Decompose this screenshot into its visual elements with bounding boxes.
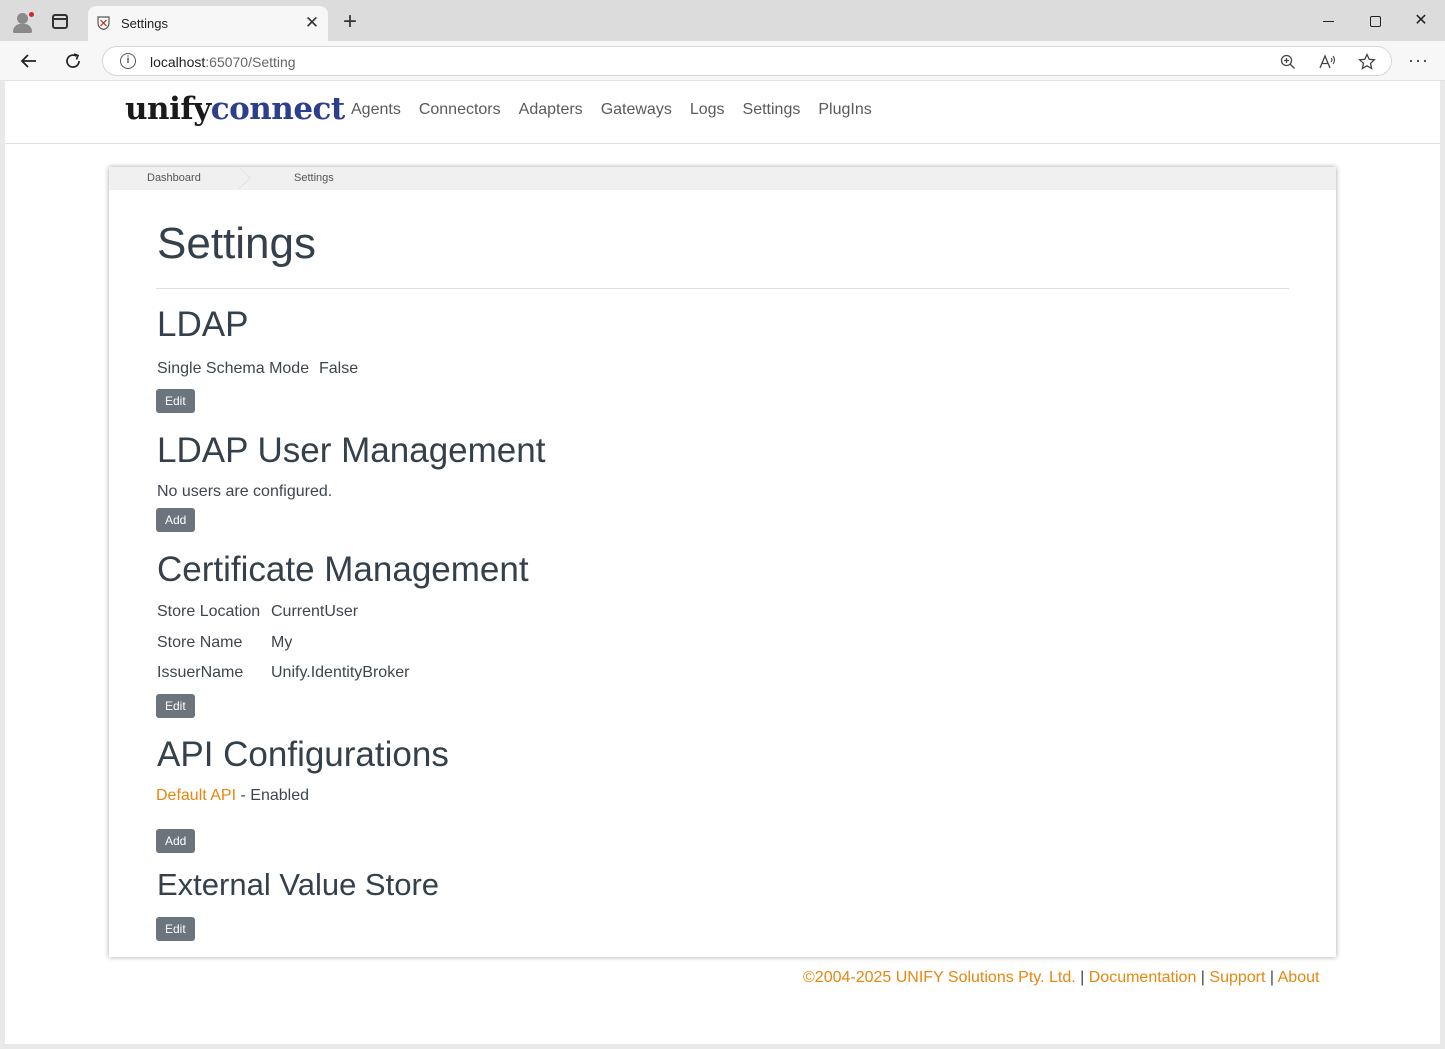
- footer-support-link[interactable]: Support: [1209, 969, 1265, 986]
- nav-connectors[interactable]: Connectors: [419, 101, 501, 119]
- ldap-heading: LDAP: [157, 305, 249, 344]
- minimize-icon[interactable]: [1317, 10, 1341, 34]
- profile-icon[interactable]: [12, 11, 35, 33]
- nav-agents[interactable]: Agents: [351, 101, 401, 119]
- store-location-label: Store Location: [157, 603, 261, 620]
- api-add-button[interactable]: Add: [156, 829, 196, 853]
- issuer-name-label: IssuerName: [157, 664, 244, 681]
- settings-panel: Dashboard Settings Settings LDAP Single …: [109, 166, 1336, 957]
- back-arrow-icon[interactable]: [16, 48, 42, 74]
- maximize-icon[interactable]: [1363, 10, 1387, 34]
- nav-settings[interactable]: Settings: [743, 101, 801, 119]
- footer: ©2004-2025 UNIFY Solutions Pty. Ltd. | D…: [803, 969, 1319, 987]
- nav-logs[interactable]: Logs: [690, 101, 725, 119]
- footer-separator: |: [1265, 969, 1278, 986]
- main-nav: Agents Connectors Adapters Gateways Logs…: [351, 101, 890, 119]
- api-item: Default API - Enabled: [156, 787, 309, 805]
- footer-separator: |: [1075, 969, 1089, 986]
- nav-adapters[interactable]: Adapters: [519, 101, 583, 119]
- title-divider: [156, 288, 1289, 289]
- breadcrumb: Dashboard Settings: [109, 166, 1336, 190]
- external-store-edit-button[interactable]: Edit: [156, 917, 195, 941]
- no-users-text: No users are configured.: [157, 483, 333, 500]
- site-info-icon[interactable]: i: [120, 53, 136, 69]
- zoom-icon[interactable]: [1277, 51, 1299, 73]
- breadcrumb-dashboard[interactable]: Dashboard: [147, 172, 201, 184]
- breadcrumb-settings: Settings: [294, 172, 334, 184]
- footer-separator: |: [1196, 969, 1210, 986]
- store-location-value: CurrentUser: [271, 603, 359, 620]
- reload-icon[interactable]: [60, 48, 86, 74]
- certificate-edit-button[interactable]: Edit: [156, 694, 195, 718]
- ldap-user-add-button[interactable]: Add: [156, 508, 196, 532]
- default-api-status: - Enabled: [236, 787, 309, 804]
- address-bar[interactable]: i localhost:65070/Setting: [102, 46, 1392, 76]
- unify-connect-logo[interactable]: unifyconnect: [125, 91, 345, 127]
- single-schema-mode-label: Single Schema Mode: [157, 360, 310, 377]
- favorite-star-icon[interactable]: [1356, 51, 1378, 73]
- nav-gateways[interactable]: Gateways: [601, 101, 672, 119]
- footer-about-link[interactable]: About: [1278, 969, 1320, 986]
- tab-close-icon[interactable]: ✕: [302, 13, 322, 33]
- more-menu-icon[interactable]: ···: [1408, 50, 1429, 71]
- single-schema-mode-value: False: [319, 360, 359, 377]
- url-text[interactable]: localhost:65070/Setting: [150, 54, 296, 70]
- tab-title: Settings: [121, 16, 168, 31]
- ldap-edit-button[interactable]: Edit: [156, 389, 195, 413]
- certificate-management-heading: Certificate Management: [157, 550, 529, 589]
- footer-copyright[interactable]: ©2004-2025 UNIFY Solutions Pty. Ltd.: [803, 969, 1076, 986]
- tab-actions-icon[interactable]: [52, 14, 68, 29]
- store-name-label: Store Name: [157, 634, 243, 651]
- nav-plugins[interactable]: PlugIns: [818, 101, 871, 119]
- new-tab-button[interactable]: +: [338, 8, 362, 36]
- site-favicon-icon: [97, 16, 110, 30]
- browser-toolbar: i localhost:65070/Setting ···: [0, 41, 1445, 81]
- window-close-icon[interactable]: ✕: [1409, 10, 1433, 34]
- read-aloud-icon[interactable]: [1317, 51, 1339, 73]
- issuer-name-value: Unify.IdentityBroker: [271, 664, 410, 681]
- breadcrumb-separator: [238, 166, 251, 189]
- ldap-user-management-heading: LDAP User Management: [157, 431, 546, 470]
- site-header: unifyconnect Agents Connectors Adapters …: [5, 81, 1440, 144]
- default-api-link[interactable]: Default API: [156, 787, 236, 804]
- api-configurations-heading: API Configurations: [157, 735, 449, 774]
- store-name-value: My: [271, 634, 293, 651]
- window-bottom-edge: [0, 1044, 1445, 1049]
- page-title: Settings: [157, 219, 316, 268]
- external-value-store-heading: External Value Store: [157, 867, 440, 902]
- footer-documentation-link[interactable]: Documentation: [1089, 969, 1197, 986]
- browser-tab[interactable]: Settings ✕: [88, 6, 328, 41]
- browser-tab-bar: Settings ✕ + ✕: [0, 0, 1445, 41]
- page-viewport: unifyconnect Agents Connectors Adapters …: [5, 81, 1440, 1044]
